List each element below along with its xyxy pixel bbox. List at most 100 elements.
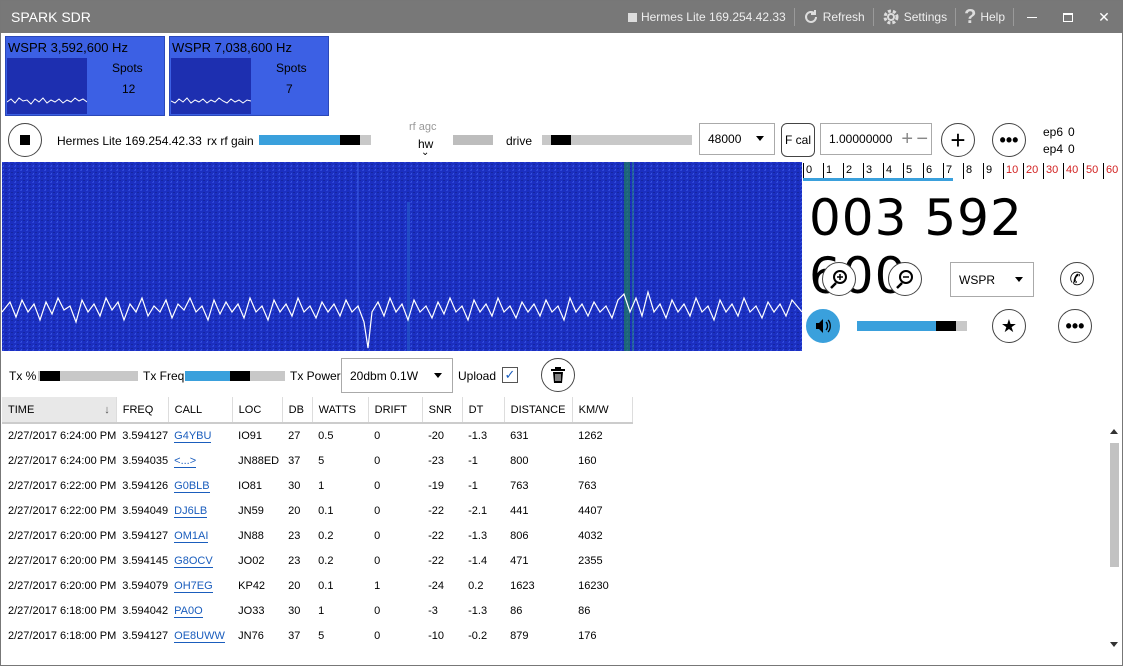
speaker-button[interactable] xyxy=(806,309,840,343)
refresh-button[interactable]: Refresh xyxy=(795,1,873,33)
column-header-db[interactable]: DB xyxy=(282,397,313,423)
tx-freq-slider[interactable] xyxy=(185,371,285,381)
cell-loc: JN88ED xyxy=(238,454,280,467)
vertical-scrollbar[interactable] xyxy=(1107,429,1121,647)
upload-checkbox[interactable]: ✓ xyxy=(502,367,518,383)
cell-call[interactable]: PA0O xyxy=(168,598,232,623)
scroll-thumb[interactable] xyxy=(1110,443,1119,567)
callsign-link[interactable]: <...> xyxy=(174,454,197,468)
band-tile-40m[interactable]: WSPR 7,038,600 Hz Spots 7 xyxy=(169,36,329,116)
vfo-more-button[interactable]: ••• xyxy=(1058,309,1092,343)
slider-thumb[interactable] xyxy=(230,371,250,381)
zoom-out-button[interactable] xyxy=(888,262,922,296)
ep4-value: 0 xyxy=(1068,142,1075,156)
fcal-input[interactable]: 1.00000000 + − xyxy=(820,123,932,155)
table-row[interactable]: 2/27/2017 6:18:00 PM 3.594042 PA0O JO33 30 1 0… xyxy=(2,598,632,623)
favorite-button[interactable]: ★ xyxy=(992,309,1026,343)
scroll-up-arrow[interactable] xyxy=(1110,429,1118,434)
cell-kmw: 160 xyxy=(578,454,597,467)
drive-slider[interactable] xyxy=(542,135,692,145)
waterfall-display[interactable] xyxy=(2,162,802,351)
table-row[interactable]: 2/27/2017 6:18:00 PM 3.594127 OE8UWW JN76 37… xyxy=(2,623,632,648)
cell-time: 2/27/2017 6:20:00 PM xyxy=(8,529,117,542)
band-thumbnail xyxy=(171,58,251,114)
delete-button[interactable] xyxy=(541,358,575,392)
cell-call[interactable]: DJ6LB xyxy=(168,498,232,523)
call-button[interactable]: ✆ xyxy=(1060,262,1094,296)
cell-dt: -1.3 xyxy=(468,604,488,617)
minus-icon[interactable]: − xyxy=(916,128,928,151)
cell-call[interactable]: OE8UWW xyxy=(168,623,232,648)
more-button[interactable]: ••• xyxy=(992,123,1026,157)
cell-drift: 1 xyxy=(374,579,381,592)
column-header-dt[interactable]: DT xyxy=(462,397,505,423)
table-row[interactable]: 2/27/2017 6:22:00 PM 3.594126 G0BLB IO81 30 1… xyxy=(2,473,632,498)
minimize-button[interactable] xyxy=(1014,1,1050,33)
help-button[interactable]: ? Help xyxy=(956,1,1013,33)
cell-db: 23 xyxy=(288,529,301,542)
slider-thumb[interactable] xyxy=(339,135,360,145)
cell-dt: -1.3 xyxy=(468,430,488,442)
cell-call[interactable]: G4YBU xyxy=(168,423,232,448)
slider-thumb[interactable] xyxy=(936,321,957,331)
column-header-drift[interactable]: DRIFT xyxy=(368,397,423,423)
mode-select[interactable]: WSPR xyxy=(950,262,1034,297)
callsign-link[interactable]: PA0O xyxy=(174,604,203,618)
column-header-distance[interactable]: DISTANCE xyxy=(504,397,573,423)
fcal-value: 1.00000000 xyxy=(829,132,893,146)
rx-rf-gain-slider[interactable] xyxy=(259,135,371,145)
table-row[interactable]: 2/27/2017 6:22:00 PM 3.594049 DJ6LB JN59 20 0… xyxy=(2,498,632,523)
cell-kmw: 4032 xyxy=(578,529,603,542)
column-header-time[interactable]: TIME ↓ xyxy=(2,397,117,423)
cell-freq: 3.594049 xyxy=(122,504,169,517)
more-icon: ••• xyxy=(999,130,1019,150)
scroll-down-arrow[interactable] xyxy=(1110,642,1118,647)
slider-thumb[interactable] xyxy=(40,371,60,381)
column-header-loc[interactable]: LOC xyxy=(232,397,283,423)
column-header-call[interactable]: CALL xyxy=(168,397,233,423)
stop-button[interactable] xyxy=(8,123,42,157)
chevron-down-icon[interactable]: ⌄ xyxy=(421,147,429,158)
band-tile-80m[interactable]: WSPR 3,592,600 Hz Spots 12 xyxy=(5,36,165,116)
column-header-freq[interactable]: FREQ xyxy=(116,397,169,423)
column-header-watts[interactable]: WATTS xyxy=(312,397,369,423)
callsign-link[interactable]: OH7EG xyxy=(174,579,213,593)
table-row[interactable]: 2/27/2017 6:20:00 PM 3.594127 OM1AI JN88 23 0… xyxy=(2,523,632,548)
column-header-kmw[interactable]: KM/W xyxy=(572,397,633,423)
column-header-label: WATTS xyxy=(318,403,356,416)
plus-icon[interactable]: + xyxy=(901,128,913,151)
callsign-link[interactable]: G0BLB xyxy=(174,479,210,493)
table-row[interactable]: 2/27/2017 6:20:00 PM 3.594145 G8OCV JO02 23 0… xyxy=(2,548,632,573)
column-header-snr[interactable]: SNR xyxy=(422,397,463,423)
zoom-in-button[interactable] xyxy=(822,262,856,296)
callsign-link[interactable]: DJ6LB xyxy=(174,504,208,518)
volume-slider[interactable] xyxy=(857,321,967,331)
cell-freq: 3.594127 xyxy=(122,430,169,442)
cell-call[interactable]: OM1AI xyxy=(168,523,232,548)
table-row[interactable]: 2/27/2017 6:20:00 PM 3.594079 OH7EG KP42 20 0… xyxy=(2,573,632,598)
tx-pct-slider[interactable] xyxy=(38,371,138,381)
sort-down-icon[interactable]: ↓ xyxy=(104,404,110,416)
table-row[interactable]: 2/27/2017 6:24:00 PM 3.594127 G4YBU IO91 27 0… xyxy=(2,423,632,448)
cell-time: 2/27/2017 6:24:00 PM xyxy=(8,454,117,467)
close-button[interactable]: ✕ xyxy=(1086,1,1122,33)
maximize-button[interactable] xyxy=(1050,1,1086,33)
callsign-link[interactable]: OM1AI xyxy=(174,529,209,543)
agc-slider[interactable] xyxy=(453,135,493,145)
ep6-value: 0 xyxy=(1068,125,1075,139)
cell-call[interactable]: G0BLB xyxy=(168,473,232,498)
add-button[interactable]: + xyxy=(941,123,975,157)
cell-call[interactable]: G8OCV xyxy=(168,548,232,573)
fcal-button[interactable]: F cal xyxy=(781,123,815,157)
cell-call[interactable]: <...> xyxy=(168,448,232,473)
callsign-link[interactable]: G4YBU xyxy=(174,430,212,443)
callsign-link[interactable]: OE8UWW xyxy=(174,629,225,643)
callsign-link[interactable]: G8OCV xyxy=(174,554,213,568)
tx-power-select[interactable]: 20dbm 0.1W xyxy=(341,358,453,393)
slider-thumb[interactable] xyxy=(551,135,571,145)
sample-rate-select[interactable]: 48000 xyxy=(699,123,775,155)
table-row[interactable]: 2/27/2017 6:24:00 PM 3.594035 <...> JN88ED 3… xyxy=(2,448,632,473)
chevron-down-icon xyxy=(756,136,764,141)
settings-button[interactable]: Settings xyxy=(874,1,955,33)
cell-call[interactable]: OH7EG xyxy=(168,573,232,598)
